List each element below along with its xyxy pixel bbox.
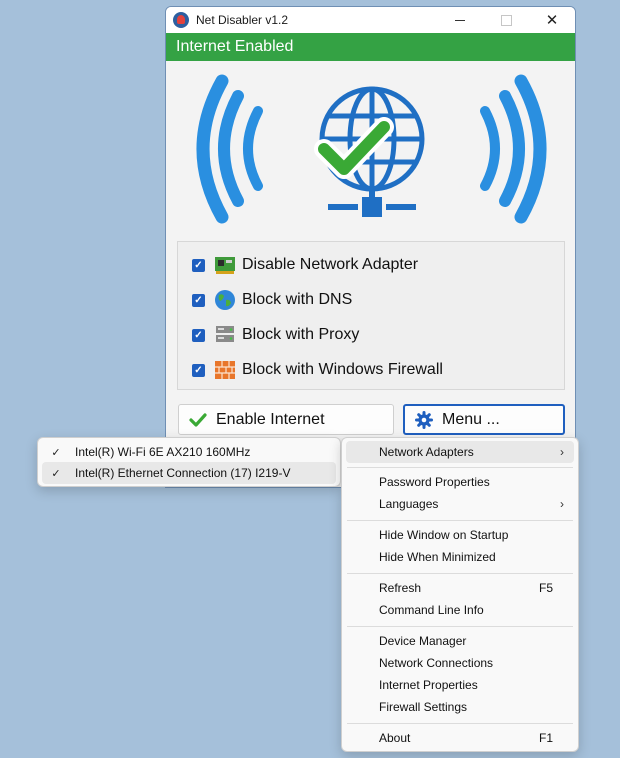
enable-internet-label: Enable Internet bbox=[216, 410, 325, 428]
menu-item-refresh[interactable]: Refresh F5 bbox=[346, 577, 574, 599]
menu-item-label: Internet Properties bbox=[379, 678, 478, 692]
close-button[interactable]: ✕ bbox=[529, 7, 575, 33]
chevron-right-icon: › bbox=[560, 497, 564, 511]
app-icon bbox=[173, 12, 189, 28]
check-icon: ✓ bbox=[51, 446, 61, 459]
check-icon: ✓ bbox=[51, 467, 61, 480]
menu-item-label: Device Manager bbox=[379, 634, 467, 648]
option-label: Block with Windows Firewall bbox=[242, 361, 443, 378]
menu-item-network-connections[interactable]: Network Connections bbox=[346, 652, 574, 674]
menu-item-password-properties[interactable]: Password Properties bbox=[346, 471, 574, 493]
menu-item-label: Hide Window on Startup bbox=[379, 528, 509, 542]
blocking-options-panel: ✓ Disable Network Adapter ✓ Block with D… bbox=[177, 241, 565, 390]
menu-item-label: Hide When Minimized bbox=[379, 550, 496, 564]
menu-item-about[interactable]: About F1 bbox=[346, 727, 574, 749]
option-label: Block with DNS bbox=[242, 291, 353, 308]
network-card-icon bbox=[215, 257, 235, 274]
menu-item-label: Password Properties bbox=[379, 475, 490, 489]
maximize-button[interactable] bbox=[483, 7, 529, 33]
option-block-firewall[interactable]: ✓ Block with Windows Firewall bbox=[192, 357, 443, 383]
globe-icon bbox=[215, 290, 235, 310]
menu-item-internet-properties[interactable]: Internet Properties bbox=[346, 674, 574, 696]
menu-separator bbox=[347, 626, 573, 627]
menu-item-label: Command Line Info bbox=[379, 603, 484, 617]
option-block-proxy[interactable]: ✓ Block with Proxy bbox=[192, 322, 359, 348]
menu-button[interactable]: Menu ... bbox=[403, 404, 565, 435]
menu-item-languages[interactable]: Languages › bbox=[346, 493, 574, 515]
menu-item-label: Refresh bbox=[379, 581, 422, 595]
menu-item-command-line-info[interactable]: Command Line Info bbox=[346, 599, 574, 621]
menu-item-hide-on-startup[interactable]: Hide Window on Startup bbox=[346, 524, 574, 546]
close-icon: ✕ bbox=[545, 12, 559, 29]
menu-separator bbox=[347, 467, 573, 468]
network-adapters-submenu: ✓ Intel(R) Wi-Fi 6E AX210 160MHz ✓ Intel… bbox=[37, 437, 341, 487]
option-disable-network-adapter[interactable]: ✓ Disable Network Adapter bbox=[192, 252, 418, 278]
menu-item-adapter-wifi[interactable]: ✓ Intel(R) Wi-Fi 6E AX210 160MHz bbox=[42, 441, 336, 463]
maximize-icon bbox=[500, 14, 512, 26]
chevron-right-icon: › bbox=[560, 445, 564, 459]
option-label: Disable Network Adapter bbox=[242, 256, 419, 273]
menu-item-shortcut: F1 bbox=[538, 731, 553, 745]
menu-item-network-adapters[interactable]: Network Adapters › bbox=[346, 441, 574, 463]
main-window: Net Disabler v1.2 ✕ Internet Enabled ✓ D… bbox=[165, 6, 576, 488]
minimize-icon bbox=[455, 19, 465, 21]
firewall-icon bbox=[215, 361, 235, 379]
status-banner: Internet Enabled bbox=[166, 33, 575, 61]
title-bar[interactable]: Net Disabler v1.2 ✕ bbox=[166, 7, 575, 33]
option-block-dns[interactable]: ✓ Block with DNS bbox=[192, 287, 352, 313]
check-mark-icon bbox=[189, 412, 207, 427]
menu-item-label: Intel(R) Ethernet Connection (17) I219-V bbox=[75, 466, 291, 480]
enable-internet-button[interactable]: Enable Internet bbox=[178, 404, 394, 435]
network-status-graphic bbox=[196, 74, 547, 224]
menu-item-device-manager[interactable]: Device Manager bbox=[346, 630, 574, 652]
checkbox[interactable]: ✓ bbox=[192, 293, 205, 307]
main-context-menu: Network Adapters › Password Properties L… bbox=[341, 437, 579, 752]
checkbox[interactable]: ✓ bbox=[192, 363, 205, 377]
menu-item-label: Languages bbox=[379, 497, 439, 511]
checkbox[interactable]: ✓ bbox=[192, 258, 205, 272]
menu-item-label: About bbox=[379, 731, 411, 745]
checkbox[interactable]: ✓ bbox=[192, 328, 205, 342]
wireless-waves-right-icon bbox=[480, 74, 547, 224]
menu-item-adapter-ethernet[interactable]: ✓ Intel(R) Ethernet Connection (17) I219… bbox=[42, 462, 336, 484]
menu-item-firewall-settings[interactable]: Firewall Settings bbox=[346, 696, 574, 718]
status-illustration bbox=[166, 61, 575, 236]
network-node-icon bbox=[328, 187, 416, 217]
menu-item-hide-when-minimized[interactable]: Hide When Minimized bbox=[346, 546, 574, 568]
menu-separator bbox=[347, 723, 573, 724]
minimize-button[interactable] bbox=[437, 7, 483, 33]
menu-item-shortcut: F5 bbox=[538, 581, 553, 595]
window-title: Net Disabler v1.2 bbox=[196, 13, 289, 27]
wireless-waves-left-icon bbox=[196, 74, 263, 224]
menu-separator bbox=[347, 573, 573, 574]
menu-item-label: Network Connections bbox=[379, 656, 494, 670]
option-label: Block with Proxy bbox=[242, 326, 360, 343]
menu-item-label: Firewall Settings bbox=[379, 700, 468, 714]
menu-item-label: Network Adapters bbox=[379, 445, 474, 459]
menu-item-label: Intel(R) Wi-Fi 6E AX210 160MHz bbox=[75, 445, 251, 459]
proxy-server-icon bbox=[216, 326, 234, 342]
gear-icon bbox=[415, 410, 433, 429]
menu-label: Menu ... bbox=[442, 410, 500, 428]
menu-separator bbox=[347, 520, 573, 521]
